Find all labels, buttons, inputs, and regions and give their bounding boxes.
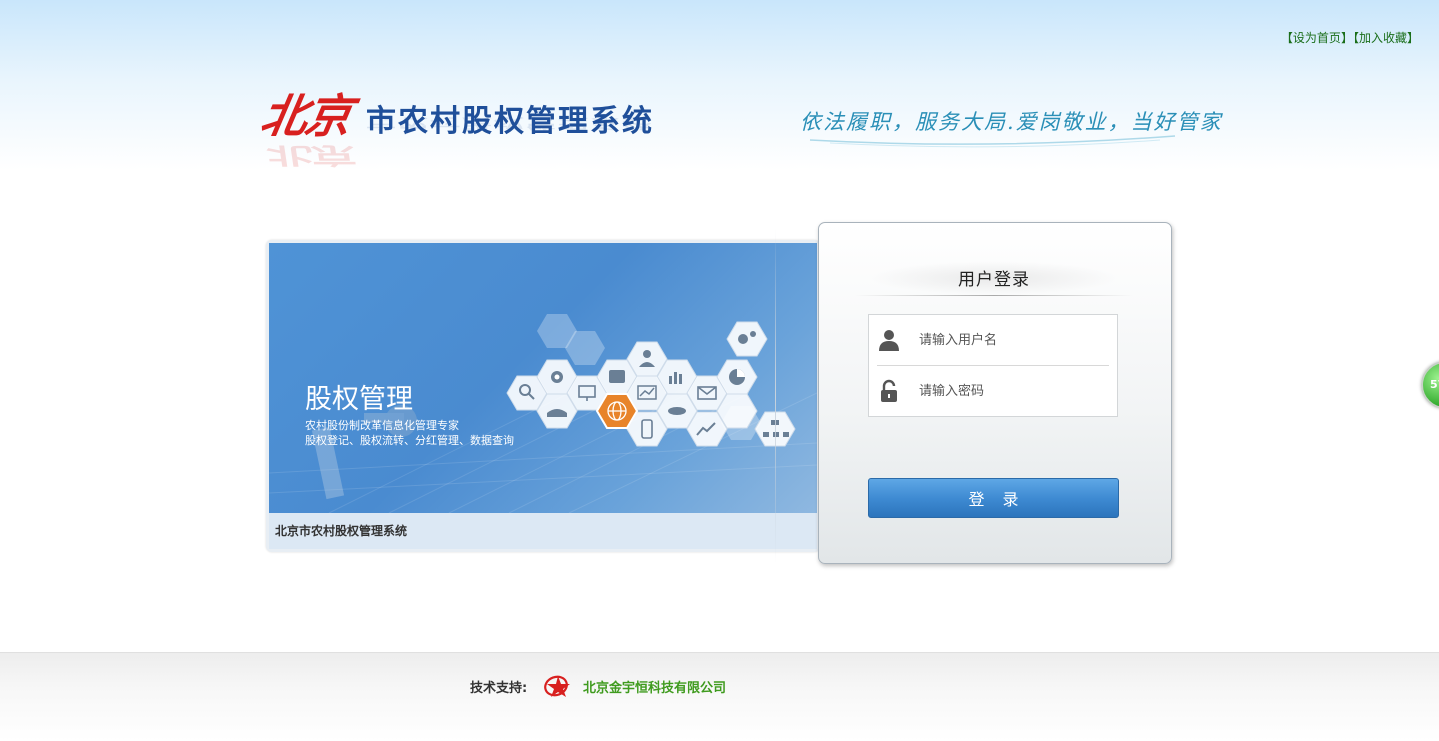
bracket-close: 】 <box>1340 31 1353 45</box>
slogan: 依法履职，服务大局.爱岗敬业，当好管家 <box>800 110 1223 134</box>
login-button[interactable]: 登录 <box>868 478 1119 518</box>
set-home-link[interactable]: 设为首页 <box>1293 31 1341 45</box>
login-title-underline <box>855 295 1133 296</box>
banner-subtitle-2: 股权登记、股权流转、分红管理、数据查询 <box>305 434 514 447</box>
footer-company-name[interactable]: 北京金宇恒科技有限公司 <box>583 677 726 696</box>
banner-caption: 北京市农村股权管理系统 <box>269 513 817 549</box>
side-float-widget[interactable]: 57 <box>1421 361 1439 409</box>
banner-frame: 股权管理 农村股份制改革信息化管理专家 股权登记、股权流转、分红管理、数据查询 … <box>266 240 820 552</box>
pie-icon <box>729 369 745 385</box>
footer-support-label: 技术支持: <box>470 681 528 696</box>
login-title: 用户登录 <box>958 270 1030 290</box>
logo-city-reflection: 北京 <box>257 142 356 169</box>
map-icon <box>668 407 686 415</box>
site-logo: 北京 北京 市农村股权管理系统 市农村股权管理系统 <box>257 80 692 169</box>
gear-icon <box>551 371 563 383</box>
bracket-close-2: 】 <box>1406 31 1419 45</box>
footer: 技术支持: 北京金宇恒科技有限公司 <box>0 652 1439 741</box>
company-logo-icon <box>544 675 570 697</box>
add-favorite-link[interactable]: 加入收藏 <box>1359 31 1407 45</box>
vertical-divider <box>775 228 776 564</box>
bracket-open: 【 <box>1280 31 1293 45</box>
login-panel: 用户登录 登录 <box>818 222 1172 564</box>
slogan-swoosh-decoration <box>809 135 1176 148</box>
password-input[interactable] <box>919 376 1109 406</box>
lock-icon <box>881 379 897 402</box>
username-input[interactable] <box>919 325 1109 355</box>
login-fields <box>868 314 1118 417</box>
banner-subtitle-1: 农村股份制改革信息化管理专家 <box>305 419 459 432</box>
banner-image: 股权管理 农村股份制改革信息化管理专家 股权登记、股权流转、分红管理、数据查询 <box>269 243 817 513</box>
logo-system-name-reflection: 市农村股权管理系统 <box>366 114 654 131</box>
password-row <box>869 366 1117 416</box>
logo-city: 北京 <box>256 89 355 143</box>
calendar-icon <box>609 370 625 383</box>
top-links: 【设为首页】【加入收藏】 <box>1281 29 1419 46</box>
username-row <box>869 315 1117 365</box>
user-icon <box>879 330 899 351</box>
banner-title: 股权管理 <box>305 384 413 415</box>
